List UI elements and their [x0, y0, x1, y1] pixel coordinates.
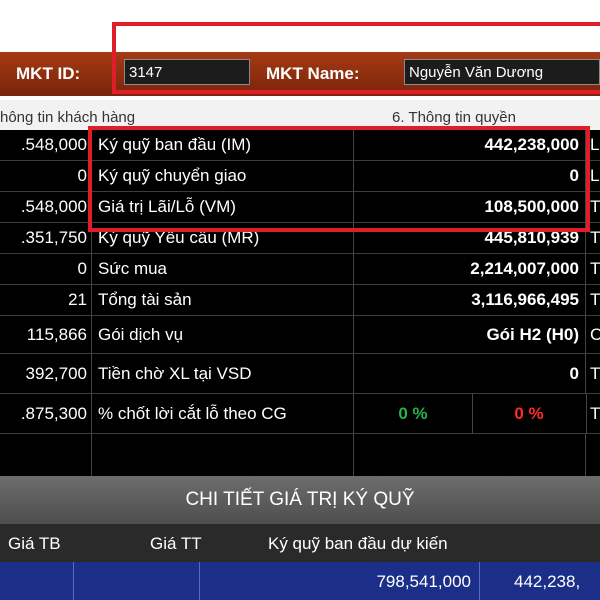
table-row: 115,866 Gói dịch vụ Gói H2 (H0) C	[0, 316, 600, 354]
row-value: Gói H2 (H0)	[354, 316, 586, 353]
row-label: Ký quỹ ban đầu (IM)	[92, 130, 354, 160]
margin-info-grid: .548,000 Ký quỹ ban đầu (IM) 442,238,000…	[0, 130, 600, 476]
table-row: 392,700 Tiền chờ XL tại VSD 0 T	[0, 354, 600, 394]
row-value: 0	[354, 354, 586, 393]
detail-cell-expected-im: 798,541,000	[200, 562, 480, 600]
top-blank-area	[0, 0, 600, 52]
row-value: 445,810,939	[354, 223, 586, 253]
detail-table-row[interactable]: 798,541,000 442,238,	[0, 562, 600, 600]
section-header-bar: hông tin khách hàng 6. Thông tin quyền	[0, 100, 600, 130]
column-header-expected-im: Ký quỹ ban đầu dự kiến	[268, 534, 448, 553]
edge-text: T	[590, 290, 600, 309]
left-value: 392,700	[0, 354, 92, 393]
section-rights-info: 6. Thông tin quyền	[392, 109, 516, 126]
row-label: Tiền chờ XL tại VSD	[92, 354, 354, 393]
row-value: 108,500,000	[354, 192, 586, 222]
detail-cell-avg-price	[0, 562, 74, 600]
stop-loss-percent: 0 %	[472, 394, 587, 433]
row-label: Tổng tài sản	[92, 285, 354, 315]
mkt-name-field[interactable]: Nguyễn Văn Dương	[404, 59, 600, 85]
mkt-name-label: MKT Name:	[266, 64, 360, 83]
left-value: 115,866	[0, 316, 92, 353]
mkt-id-label: MKT ID:	[16, 64, 81, 83]
edge-text: C	[590, 324, 600, 344]
left-value: .875,300	[0, 394, 92, 433]
edge-text: T	[590, 197, 600, 216]
edge-text: L	[590, 135, 600, 154]
take-profit-percent: 0 %	[354, 394, 473, 433]
row-label: Ký quỹ Yêu cầu (MR)	[92, 223, 354, 253]
left-value: 21	[0, 285, 92, 315]
edge-text: L	[590, 166, 600, 185]
row-value: 2,214,007,000	[354, 254, 586, 284]
edge-text: T	[590, 228, 600, 247]
expected-im-value: 798,541,000	[376, 572, 471, 591]
row-label: Giá trị Lãi/Lỗ (VM)	[92, 192, 354, 222]
table-row: .351,750 Ký quỹ Yêu cầu (MR) 445,810,939…	[0, 223, 600, 254]
left-value: .351,750	[0, 223, 92, 253]
detail-cell-market-price	[74, 562, 200, 600]
table-row: 0 Sức mua 2,214,007,000 T	[0, 254, 600, 285]
im-value: 442,238,	[514, 572, 581, 591]
table-row: .548,000 Ký quỹ ban đầu (IM) 442,238,000…	[0, 130, 600, 161]
edge-text	[588, 434, 600, 476]
mkt-info-bar: MKT ID: 3147 MKT Name: Nguyễn Văn Dương	[0, 52, 600, 96]
row-label: Sức mua	[92, 254, 354, 284]
detail-column-header: Giá TB Giá TT Ký quỹ ban đầu dự kiến	[0, 524, 600, 562]
table-row: 21 Tổng tài sản 3,116,966,495 T	[0, 285, 600, 316]
section-customer-info: hông tin khách hàng	[0, 109, 136, 126]
margin-detail-title: CHI TIẾT GIÁ TRỊ KÝ QUỸ	[0, 476, 600, 524]
row-label: Gói dịch vụ	[92, 316, 354, 353]
column-header-market-price: Giá TT	[150, 534, 202, 553]
left-value: .548,000	[0, 130, 92, 160]
row-label: % chốt lời cắt lỗ theo CG	[92, 394, 354, 433]
edge-text: T	[590, 259, 600, 278]
mkt-id-field[interactable]: 3147	[124, 59, 250, 85]
table-row: .875,300 % chốt lời cắt lỗ theo CG 0 % 0…	[0, 394, 600, 434]
left-value: .548,000	[0, 192, 92, 222]
row-label: Ký quỹ chuyển giao	[92, 161, 354, 191]
row-value: 442,238,000	[354, 130, 586, 160]
row-label	[92, 434, 354, 476]
left-value: 0	[0, 254, 92, 284]
row-value	[354, 434, 586, 476]
column-header-avg-price: Giá TB	[8, 534, 61, 553]
table-row: 0 Ký quỹ chuyển giao 0 L	[0, 161, 600, 192]
left-value: 0	[0, 161, 92, 191]
row-value: 3,116,966,495	[354, 285, 586, 315]
table-row	[0, 434, 600, 476]
row-value: 0	[354, 161, 586, 191]
edge-text: T	[590, 403, 600, 423]
table-row: .548,000 Giá trị Lãi/Lỗ (VM) 108,500,000…	[0, 192, 600, 223]
edge-text: T	[590, 363, 600, 383]
detail-cell-im: 442,238,	[480, 562, 600, 600]
left-value	[0, 434, 92, 476]
